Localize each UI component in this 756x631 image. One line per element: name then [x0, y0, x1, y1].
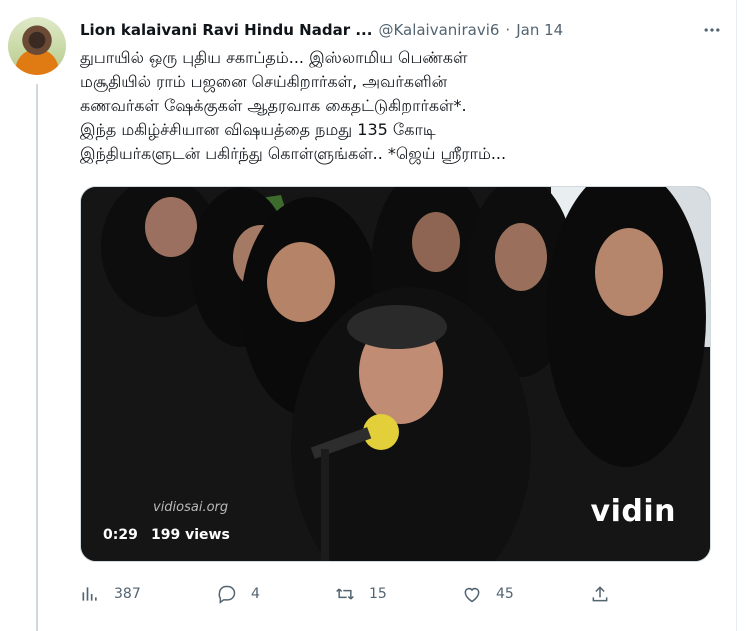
like-count: 45: [496, 586, 514, 602]
retweet-count: 15: [369, 586, 387, 602]
tweet-date[interactable]: Jan 14: [516, 21, 563, 39]
tweet[interactable]: Lion kalaivani Ravi Hindu Nadar ... @Kal…: [0, 0, 737, 631]
separator-dot: ·: [505, 21, 511, 39]
author-name[interactable]: Lion kalaivani Ravi Hindu Nadar ...: [80, 21, 372, 39]
views-count: 387: [114, 586, 141, 602]
retweet-icon: [336, 588, 354, 600]
video-watermark: vidiosai.org: [153, 500, 229, 515]
more-icon[interactable]: [700, 18, 724, 42]
video-duration: 0:29: [103, 527, 138, 543]
video-views: 199 views: [151, 527, 230, 543]
like-icon: [464, 587, 480, 603]
reply-action[interactable]: 4: [217, 580, 260, 608]
share-icon: [592, 586, 608, 602]
retweet-action[interactable]: 15: [335, 580, 387, 608]
video-player[interactable]: vidiosai.org vidin 0:29 199 views: [80, 186, 711, 562]
views-icon: [82, 587, 97, 601]
tweet-text: துபாயில் ஒரு புதிய சகாப்தம்... இஸ்லாமிய …: [80, 48, 507, 163]
views-action[interactable]: 387: [80, 580, 141, 608]
author-handle[interactable]: @Kalaivaniravi6: [378, 21, 499, 39]
thread-line: [36, 84, 38, 631]
like-action[interactable]: 45: [462, 580, 514, 608]
avatar[interactable]: [8, 17, 66, 75]
action-bar: 387 4 15 45: [80, 580, 640, 608]
reply-icon: [218, 585, 236, 604]
share-action[interactable]: [590, 580, 610, 608]
video-brand: vidin: [590, 494, 676, 529]
reply-count: 4: [251, 586, 260, 602]
tweet-header: Lion kalaivani Ravi Hindu Nadar ... @Kal…: [80, 18, 720, 42]
